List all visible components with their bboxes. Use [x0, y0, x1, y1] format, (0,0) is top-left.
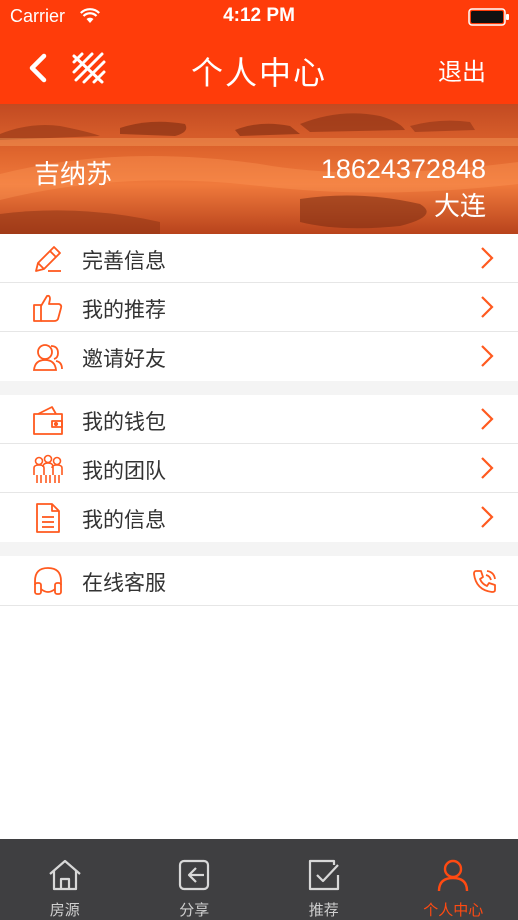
- menu-item-complete-info[interactable]: 完善信息: [0, 234, 518, 283]
- home-icon: [49, 859, 81, 891]
- user-name: 吉纳苏: [34, 160, 113, 190]
- user-city: 大连: [433, 192, 486, 222]
- bottom-tab-bar: 房源 分享 推荐 个人中心: [0, 839, 518, 920]
- wallet-icon: [33, 406, 63, 435]
- menu-group-3: 在线客服: [0, 556, 518, 606]
- status-bar: Carrier 4:12 PM: [0, 0, 518, 34]
- recommend-icon: [308, 859, 339, 891]
- tab-label: 个人中心: [423, 901, 484, 919]
- user-phone: 18624372848: [320, 154, 486, 184]
- headset-icon: [34, 567, 62, 595]
- menu-item-label: 我的信息: [82, 508, 166, 532]
- menu-item-label: 我的推荐: [82, 298, 166, 322]
- status-time: 4:12 PM: [223, 5, 295, 26]
- nav-bar: 个人中心 退出: [0, 34, 518, 104]
- thumbs-up-icon: [33, 294, 63, 322]
- team-icon: [33, 454, 63, 483]
- chevron-right-icon: [481, 247, 494, 269]
- chevron-right-icon: [481, 345, 494, 367]
- tab-share[interactable]: 分享: [130, 839, 260, 920]
- tab-label: 分享: [179, 901, 210, 919]
- menu-item-label: 在线客服: [82, 571, 166, 595]
- menu-item-my-team[interactable]: 我的团队: [0, 444, 518, 493]
- user-icon: [438, 859, 469, 892]
- profile-banner: 吉纳苏 18624372848 大连: [0, 104, 518, 234]
- menu-item-label: 我的钱包: [82, 410, 166, 434]
- tab-recommend[interactable]: 推荐: [259, 839, 389, 920]
- share-icon: [179, 859, 210, 891]
- chevron-right-icon: [481, 457, 494, 479]
- menu-item-label: 我的团队: [82, 459, 166, 483]
- logout-button[interactable]: 退出: [438, 52, 486, 87]
- chevron-right-icon: [481, 408, 494, 430]
- phone-icon[interactable]: [472, 568, 498, 594]
- top-bar: Carrier 4:12 PM 个人中心 退出: [0, 0, 518, 104]
- battery-icon: [468, 8, 509, 26]
- invite-friends-icon: [33, 344, 63, 371]
- menu-group-1: 完善信息 我的推荐 邀请好友: [0, 234, 518, 381]
- menu-item-my-info[interactable]: 我的信息: [0, 493, 518, 542]
- tab-label: 房源: [49, 901, 80, 919]
- edit-icon: [35, 246, 61, 272]
- chevron-right-icon: [481, 506, 494, 528]
- tab-profile[interactable]: 个人中心: [389, 839, 518, 920]
- tab-houses[interactable]: 房源: [0, 839, 130, 920]
- chevron-right-icon: [481, 296, 494, 318]
- section-divider: [0, 542, 518, 556]
- menu-group-2: 我的钱包 我的团队 我的信息: [0, 395, 518, 542]
- menu-item-my-wallet[interactable]: 我的钱包: [0, 395, 518, 444]
- document-icon: [36, 503, 60, 533]
- profile-screen: Carrier 4:12 PM 个人中心 退出 吉纳苏 18624372848 …: [0, 0, 518, 920]
- menu-item-my-recommend[interactable]: 我的推荐: [0, 283, 518, 332]
- menu-item-label: 邀请好友: [82, 347, 166, 371]
- menu-item-label: 完善信息: [82, 249, 166, 273]
- menu-item-invite-friends[interactable]: 邀请好友: [0, 332, 518, 381]
- section-divider: [0, 381, 518, 395]
- tab-label: 推荐: [308, 901, 339, 919]
- menu-item-online-service[interactable]: 在线客服: [0, 556, 518, 605]
